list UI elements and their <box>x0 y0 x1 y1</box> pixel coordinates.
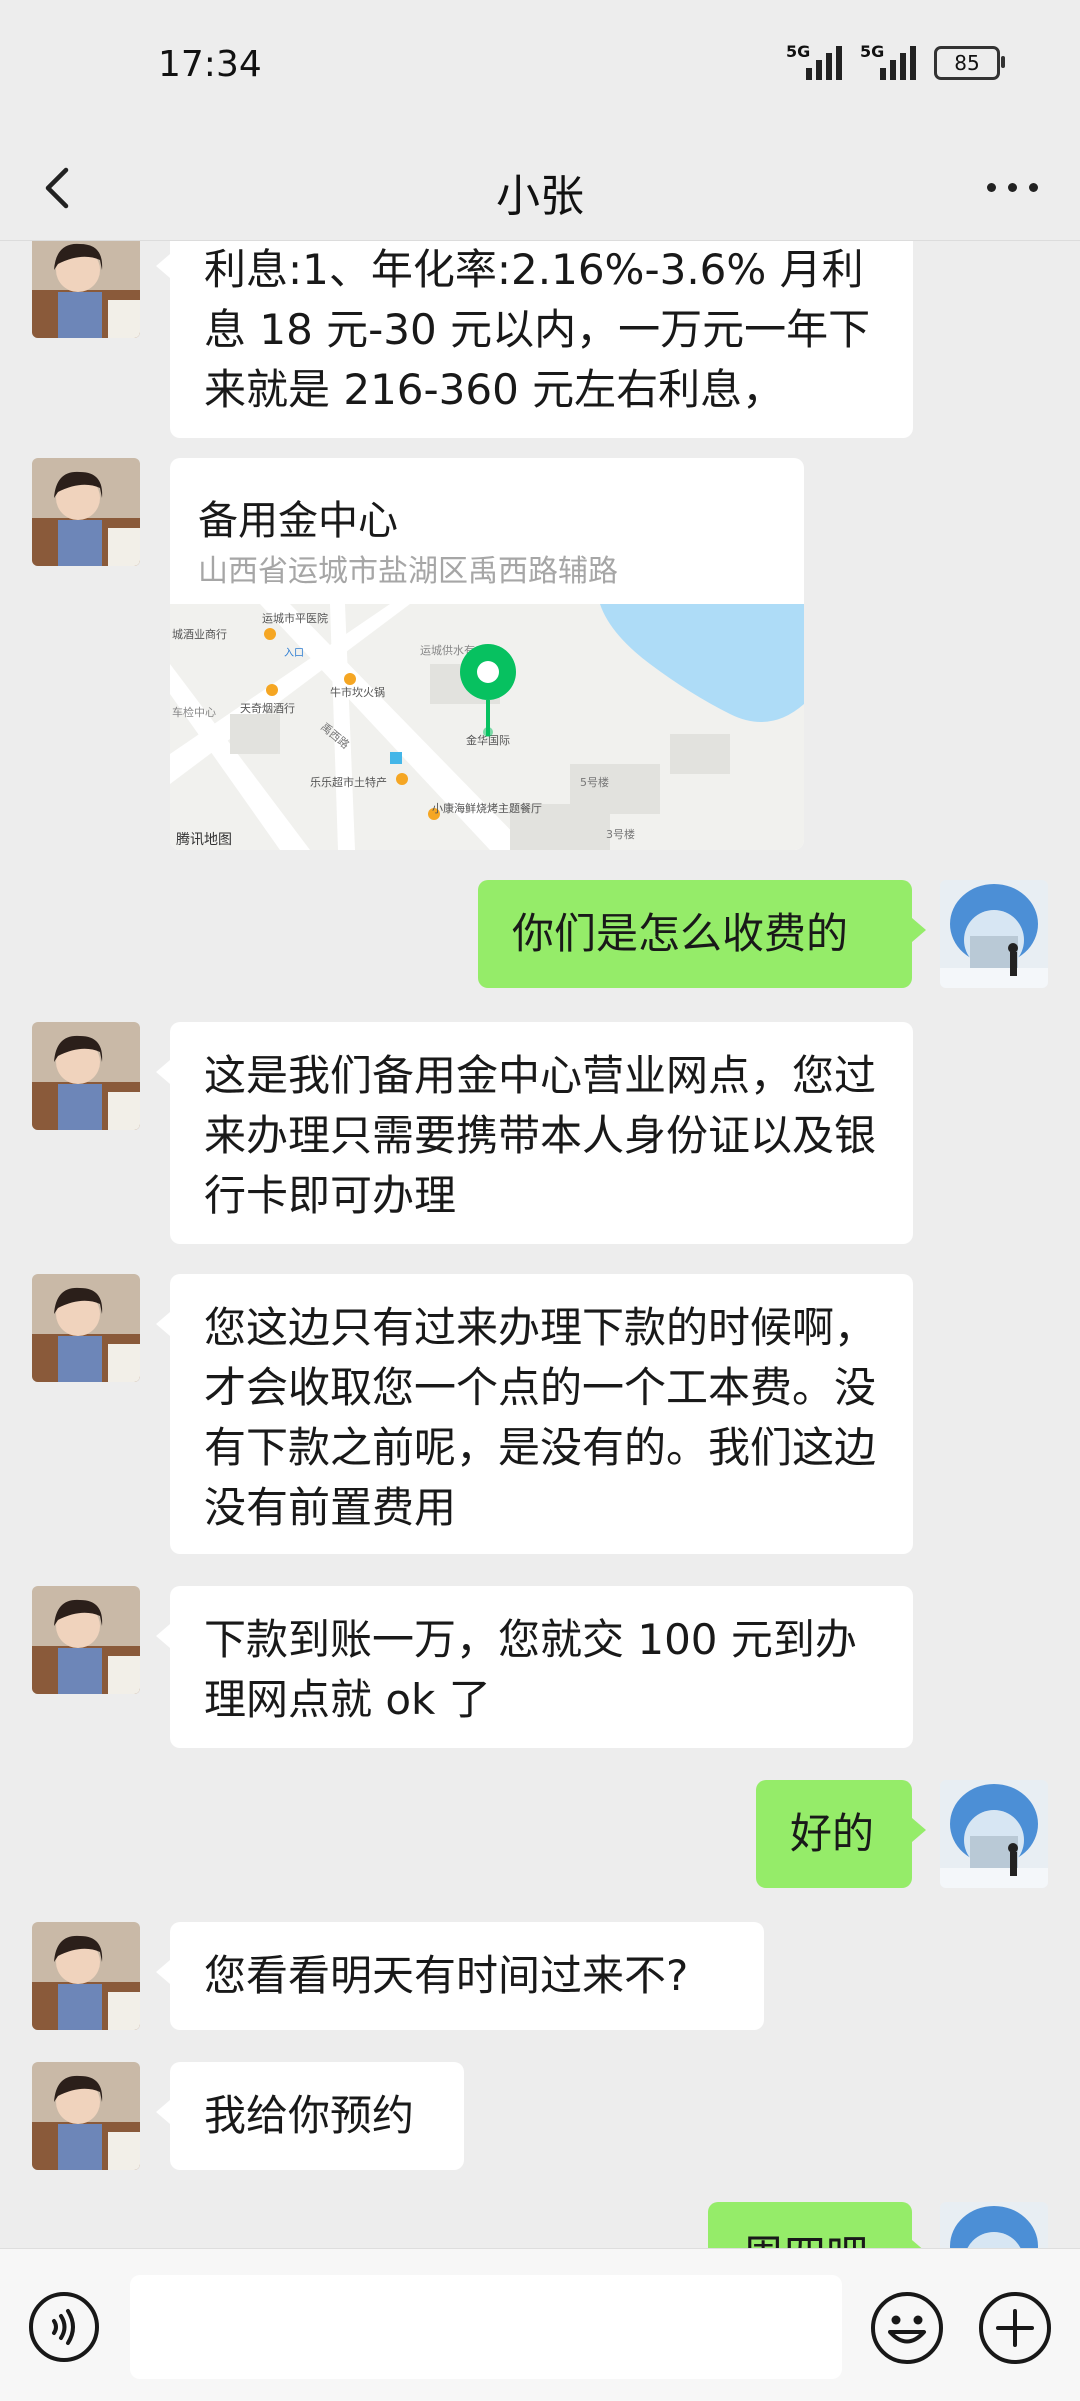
status-icons: 5G 5G 85 <box>786 42 1005 80</box>
emoji-icon <box>871 2292 943 2364</box>
message-input[interactable] <box>130 2275 842 2379</box>
signal-icon: 5G <box>786 42 842 80</box>
plus-icon <box>979 2292 1051 2364</box>
map-label: 乐乐超市土特产 <box>310 775 387 789</box>
map-label: 车检中心 <box>172 705 216 719</box>
avatar[interactable] <box>32 458 140 566</box>
signal-label: 5G <box>786 42 811 61</box>
message-bubble[interactable]: 你们是怎么收费的 <box>478 880 926 988</box>
message-text: 我给你预约 <box>204 2091 415 2140</box>
avatar[interactable] <box>32 1922 140 2030</box>
message-text: 利息:1、年化率:2.16%-3.6% 月利息 18 元-30 元以内，一万元一… <box>204 245 871 414</box>
avatar[interactable] <box>32 1022 140 1130</box>
map-label: 5号楼 <box>580 775 609 789</box>
map-label: 3号楼 <box>606 827 635 841</box>
message-text: 周四吧 <box>742 2231 868 2248</box>
avatar[interactable] <box>32 1586 140 1694</box>
my-avatar[interactable] <box>940 880 1048 988</box>
message-bubble[interactable]: 这是我们备用金中心营业网点，您过来办理只需要携带本人身份证以及银行卡即可办理 <box>156 1022 913 1244</box>
message-bubble[interactable]: 我给你预约 <box>156 2062 464 2170</box>
status-bar: 17:34 5G 5G 85 <box>0 0 1080 136</box>
my-avatar[interactable] <box>940 2202 1048 2248</box>
message-text: 好的 <box>790 1809 875 1858</box>
more-functions-button[interactable] <box>978 2291 1052 2365</box>
chat-title: 小张 <box>496 171 584 222</box>
map-label: 城酒业商行 <box>172 627 227 641</box>
voice-button[interactable] <box>28 2291 100 2363</box>
input-bar <box>0 2248 1080 2401</box>
message-bubble[interactable]: 您看看明天有时间过来不? <box>156 1922 764 2030</box>
message-text: 您这边只有过来办理下款的时候啊，才会收取您一个点的一个工本费。没有下款之前呢，是… <box>204 1303 877 1532</box>
location-name: 备用金中心 <box>198 498 398 544</box>
status-time: 17:34 <box>158 44 262 85</box>
my-avatar[interactable] <box>940 1780 1048 1888</box>
avatar[interactable] <box>32 1274 140 1382</box>
message-text: 这是我们备用金中心营业网点，您过来办理只需要携带本人身份证以及银行卡即可办理 <box>204 1051 877 1220</box>
more-dots-icon <box>986 182 996 192</box>
battery-level: 85 <box>954 51 980 75</box>
message-bubble[interactable]: 您这边只有过来办理下款的时候啊，才会收取您一个点的一个工本费。没有下款之前呢，是… <box>156 1274 913 1554</box>
map-attribution: 腾讯地图 <box>176 831 232 848</box>
map-label: 小康海鲜烧烤主题餐厅 <box>432 801 542 815</box>
battery-icon: 85 <box>934 46 1005 80</box>
signal-label: 5G <box>860 42 885 61</box>
message-bubble[interactable]: 周四吧 <box>708 2202 926 2248</box>
more-button[interactable] <box>972 162 1052 212</box>
location-address: 山西省运城市盐湖区禹西路辅路 <box>198 554 618 589</box>
message-bubble[interactable]: 好的 <box>756 1780 926 1888</box>
emoji-button[interactable] <box>870 2291 944 2365</box>
location-card[interactable]: 备用金中心 山西省运城市盐湖区禹西路辅路 运城市平医院 城酒业商行 牛市坎火锅 … <box>170 458 804 850</box>
map-label: 天奇烟酒行 <box>240 701 295 715</box>
map-label: 入口 <box>284 648 304 659</box>
voice-icon <box>29 2292 99 2362</box>
avatar[interactable] <box>32 240 140 338</box>
message-text: 下款到账一万，您就交 100 元到办理网点就 ok 了 <box>204 1615 857 1724</box>
avatar[interactable] <box>32 2062 140 2170</box>
map-label: 牛市坎火锅 <box>330 685 385 699</box>
message-text: 你们是怎么收费的 <box>512 909 849 958</box>
chat-history[interactable]: 利息:1、年化率:2.16%-3.6% 月利息 18 元-30 元以内，一万元一… <box>0 240 1080 2248</box>
map-preview: 运城市平医院 城酒业商行 牛市坎火锅 天奇烟酒行 禹西路 乐乐超市土特产 金华国… <box>170 604 804 850</box>
title-bar: 小张 <box>0 136 1080 241</box>
message-bubble[interactable]: 下款到账一万，您就交 100 元到办理网点就 ok 了 <box>156 1586 913 1748</box>
message-bubble[interactable]: 利息:1、年化率:2.16%-3.6% 月利息 18 元-30 元以内，一万元一… <box>156 240 913 438</box>
signal-icon: 5G <box>860 42 916 80</box>
message-text: 您看看明天有时间过来不? <box>204 1951 689 2000</box>
map-label: 运城市平医院 <box>262 611 328 625</box>
